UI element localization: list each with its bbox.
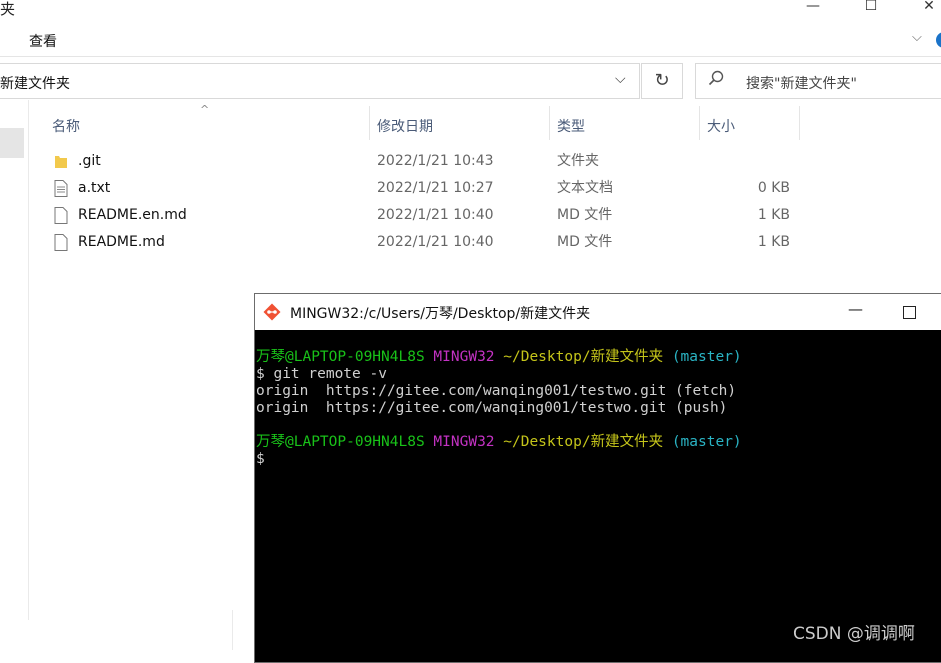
column-header-type[interactable]: 类型: [557, 116, 585, 136]
window-title: 夹: [0, 0, 16, 18]
column-separator[interactable]: [549, 106, 550, 140]
file-date: 2022/1/21 10:27: [377, 180, 494, 196]
column-header-date[interactable]: 修改日期: [377, 116, 433, 136]
file-type: MD 文件: [557, 207, 613, 223]
search-icon: [708, 70, 724, 90]
terminal-output-line: origin https://gitee.com/wanqing001/test…: [256, 400, 728, 416]
prompt-user: 万琴@LAPTOP-09HN4L8S: [256, 434, 425, 450]
status-divider: [232, 610, 233, 650]
file-name: README.en.md: [78, 207, 187, 223]
terminal-command: $ git remote -v: [256, 366, 387, 382]
folder-icon: [55, 156, 67, 168]
file-date: 2022/1/21 10:43: [377, 153, 494, 169]
column-header-name[interactable]: 名称: [52, 116, 80, 136]
column-separator[interactable]: [699, 106, 700, 140]
file-name: README.md: [78, 234, 165, 250]
terminal-output-line: origin https://gitee.com/wanqing001/test…: [256, 383, 737, 399]
nav-selected-item[interactable]: [0, 128, 24, 158]
tab-view[interactable]: 查看: [29, 31, 57, 51]
column-separator[interactable]: [799, 106, 800, 140]
search-placeholder: 搜索"新建文件夹": [746, 76, 857, 92]
prompt-env: MINGW32: [433, 434, 495, 450]
file-date: 2022/1/21 10:40: [377, 207, 494, 223]
terminal-cursor-line[interactable]: $: [256, 451, 265, 468]
sort-up-icon: ^: [200, 103, 210, 116]
address-bar[interactable]: [0, 63, 640, 99]
git-logo-icon: [263, 303, 281, 321]
file-icon: [54, 207, 68, 224]
file-name: .git: [78, 153, 101, 169]
terminal-prompt: 万琴@LAPTOP-09HN4L8S MINGW32 ~/Desktop/新建文…: [256, 434, 742, 451]
column-separator[interactable]: [369, 106, 370, 140]
maximize-button[interactable]: ☐: [848, 0, 894, 14]
terminal-prompt: 万琴@LAPTOP-09HN4L8S MINGW32 ~/Desktop/新建文…: [256, 349, 742, 366]
file-row[interactable]: a.txt 2022/1/21 10:27 文本文档 0 KB: [50, 175, 810, 202]
file-row[interactable]: README.en.md 2022/1/21 10:40 MD 文件 1 KB: [50, 202, 810, 229]
ribbon-expand-icon[interactable]: ⌵: [912, 30, 922, 45]
prompt-path: ~/Desktop/新建文件夹: [503, 349, 664, 365]
terminal-minimize-button[interactable]: —: [848, 300, 863, 318]
ribbon-divider: [0, 56, 941, 57]
file-date: 2022/1/21 10:40: [377, 234, 494, 250]
address-path[interactable]: 新建文件夹: [0, 73, 70, 93]
prompt-env: MINGW32: [433, 349, 495, 365]
watermark: CSDN @调调啊: [793, 624, 915, 644]
terminal-title: MINGW32:/c/Users/万琴/Desktop/新建文件夹: [290, 306, 591, 322]
file-row[interactable]: .git 2022/1/21 10:43 文件夹: [50, 148, 810, 175]
column-header-size[interactable]: 大小: [707, 116, 735, 136]
file-icon: [54, 234, 68, 251]
file-size: 1 KB: [757, 207, 790, 223]
file-row[interactable]: README.md 2022/1/21 10:40 MD 文件 1 KB: [50, 229, 810, 256]
chevron-down-icon[interactable]: ⌵: [615, 71, 626, 87]
file-type: 文件夹: [557, 153, 599, 169]
nav-pane-divider: [28, 100, 29, 620]
prompt-branch: (master): [671, 349, 742, 365]
refresh-button[interactable]: ↻: [641, 63, 683, 99]
file-size: 0 KB: [757, 180, 790, 196]
prompt-branch: (master): [671, 434, 742, 450]
terminal-maximize-button[interactable]: [903, 306, 916, 319]
help-icon[interactable]: [936, 32, 941, 48]
minimize-button[interactable]: —: [790, 0, 836, 14]
prompt-path: ~/Desktop/新建文件夹: [503, 434, 664, 450]
file-type: MD 文件: [557, 234, 613, 250]
file-type: 文本文档: [557, 180, 613, 196]
prompt-user: 万琴@LAPTOP-09HN4L8S: [256, 349, 425, 365]
file-size: 1 KB: [757, 234, 790, 250]
close-button[interactable]: ✕: [906, 0, 941, 14]
text-file-icon: [54, 180, 68, 197]
file-name: a.txt: [78, 180, 111, 196]
